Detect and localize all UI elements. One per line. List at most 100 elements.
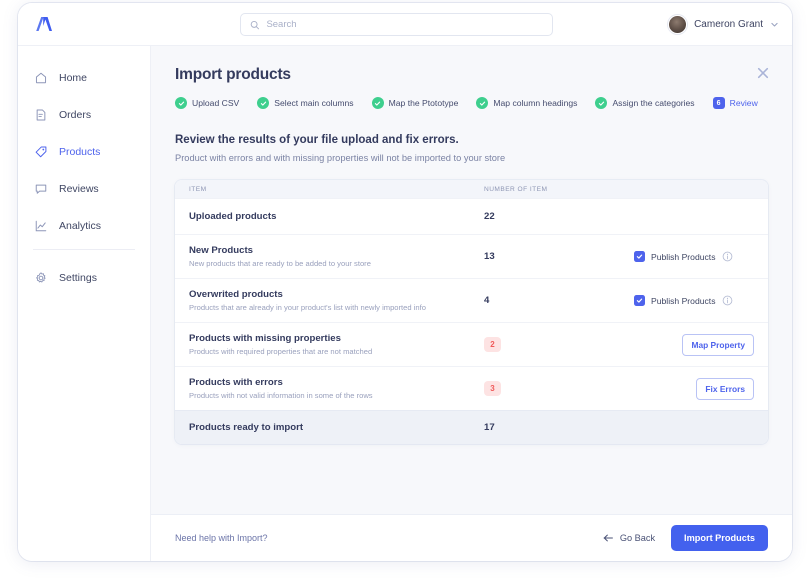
- sidebar: Home Orders Products Reviews Analytics S…: [18, 46, 151, 561]
- column-header-number: NUMBER OF ITEM: [484, 185, 548, 193]
- app-window: Cameron Grant Home: [18, 3, 792, 561]
- row-item-name: Products with errors: [189, 377, 283, 388]
- step-upload-csv[interactable]: Upload CSV: [175, 97, 239, 109]
- check-icon: [636, 254, 643, 259]
- arrow-left-icon: [603, 534, 613, 542]
- table-header: ITEM NUMBER OF ITEM: [175, 180, 768, 198]
- close-icon[interactable]: [754, 64, 772, 82]
- footer-actions: Go Back Import Products: [603, 525, 768, 551]
- row-item-name: Products ready to import: [189, 422, 304, 433]
- sidebar-item-label: Settings: [59, 271, 97, 284]
- check-icon: [595, 97, 608, 109]
- check-icon: [371, 97, 384, 109]
- sidebar-item-reviews[interactable]: Reviews: [18, 175, 150, 202]
- home-icon: [33, 70, 48, 85]
- row-item-name: Uploaded products: [189, 211, 277, 222]
- main-scroll-area: Import products Upload CSV Select main c: [151, 46, 792, 514]
- check-icon: [636, 298, 643, 303]
- gear-icon: [33, 270, 48, 285]
- check-icon: [476, 97, 489, 109]
- table-row: New Products New products that are ready…: [175, 234, 768, 278]
- row-action-cell: Publish Products: [634, 251, 754, 262]
- avatar: [668, 15, 688, 34]
- table-row-summary: Products ready to import 17: [175, 410, 768, 444]
- import-products-button[interactable]: Import Products: [671, 525, 768, 551]
- search-input[interactable]: [266, 19, 543, 30]
- error-count-badge: 3: [484, 381, 501, 396]
- row-item-cell: Products ready to import: [189, 422, 484, 433]
- help-link[interactable]: Need help with Import?: [175, 533, 268, 543]
- sidebar-divider: [33, 249, 135, 250]
- checkbox-label: Publish Products: [651, 295, 716, 306]
- sidebar-item-analytics[interactable]: Analytics: [18, 212, 150, 239]
- row-item-cell: New Products New products that are ready…: [189, 245, 484, 268]
- search-bar[interactable]: [240, 13, 553, 36]
- step-label: Map the Ptototype: [388, 98, 459, 108]
- step-label: Review: [729, 98, 758, 108]
- main-content: Import products Upload CSV Select main c: [151, 46, 792, 561]
- step-map-column-headings[interactable]: Map column headings: [476, 97, 577, 109]
- row-count-cell: 3: [484, 381, 634, 396]
- check-icon: [175, 97, 187, 109]
- sidebar-item-label: Reviews: [59, 182, 99, 195]
- error-count-badge: 2: [484, 337, 501, 352]
- column-header-item: ITEM: [189, 185, 207, 193]
- page-title: Import products: [175, 66, 291, 83]
- row-item-desc: New products that are ready to be added …: [189, 259, 371, 268]
- chevron-down-icon[interactable]: [770, 20, 779, 29]
- row-count-cell: 22: [484, 211, 634, 222]
- info-icon[interactable]: [722, 295, 733, 306]
- row-item-name: New Products: [189, 245, 253, 256]
- step-map-the-prototype[interactable]: Map the Ptototype: [371, 97, 459, 109]
- section-title: Review the results of your file upload a…: [175, 134, 459, 146]
- row-item-desc: Products with not valid information in s…: [189, 391, 373, 400]
- chat-icon: [33, 181, 48, 196]
- sidebar-item-settings[interactable]: Settings: [18, 264, 150, 291]
- step-label: Select main columns: [274, 98, 354, 108]
- row-count: 17: [484, 422, 495, 433]
- top-bar: Cameron Grant: [18, 3, 792, 46]
- step-select-main-columns[interactable]: Select main columns: [257, 97, 354, 109]
- go-back-button[interactable]: Go Back: [603, 533, 655, 543]
- row-count: 22: [484, 211, 495, 222]
- row-count-cell: 13: [484, 251, 634, 262]
- body: Home Orders Products Reviews Analytics S…: [18, 46, 792, 561]
- row-count: 4: [484, 295, 490, 306]
- section-subtitle: Product with errors and with missing pro…: [175, 153, 506, 163]
- publish-products-checkbox[interactable]: [634, 251, 645, 262]
- publish-products-checkbox[interactable]: [634, 295, 645, 306]
- sidebar-item-orders[interactable]: Orders: [18, 101, 150, 128]
- fix-errors-button[interactable]: Fix Errors: [696, 377, 754, 400]
- row-item-name: Products with missing properties: [189, 333, 341, 344]
- import-stepper: Upload CSV Select main columns Map the P…: [175, 97, 768, 109]
- sidebar-item-label: Products: [59, 145, 101, 158]
- row-count-cell: 2: [484, 337, 634, 352]
- sidebar-item-label: Orders: [59, 108, 92, 121]
- user-name: Cameron Grant: [694, 19, 763, 30]
- row-item-cell: Uploaded products: [189, 211, 484, 222]
- sidebar-item-home[interactable]: Home: [18, 64, 150, 91]
- search-icon: [250, 20, 260, 29]
- logo[interactable]: [18, 16, 151, 32]
- analytics-icon: [33, 218, 48, 233]
- sidebar-item-products[interactable]: Products: [18, 138, 150, 165]
- row-count: 13: [484, 251, 495, 262]
- table-row: Uploaded products 22: [175, 198, 768, 234]
- step-label: Map column headings: [493, 98, 578, 108]
- sidebar-item-label: Analytics: [59, 219, 102, 232]
- table-row: Products with missing properties Product…: [175, 322, 768, 366]
- step-assign-the-categories[interactable]: Assign the categories: [595, 97, 695, 109]
- info-icon[interactable]: [722, 251, 733, 262]
- user-menu[interactable]: Cameron Grant: [668, 11, 779, 38]
- step-review[interactable]: 6 Review: [712, 97, 758, 109]
- sidebar-item-label: Home: [59, 71, 88, 84]
- table-row: Products with errors Products with not v…: [175, 366, 768, 410]
- map-property-button[interactable]: Map Property: [682, 333, 754, 356]
- brand-logo-icon: [36, 17, 52, 31]
- checkbox-label: Publish Products: [651, 251, 716, 262]
- row-action-cell: Map Property: [634, 333, 754, 356]
- step-label: Assign the categories: [612, 98, 695, 108]
- go-back-label: Go Back: [619, 533, 656, 543]
- row-item-desc: Products that are already in your produc…: [189, 303, 426, 312]
- table-row: Overwrited products Products that are al…: [175, 278, 768, 322]
